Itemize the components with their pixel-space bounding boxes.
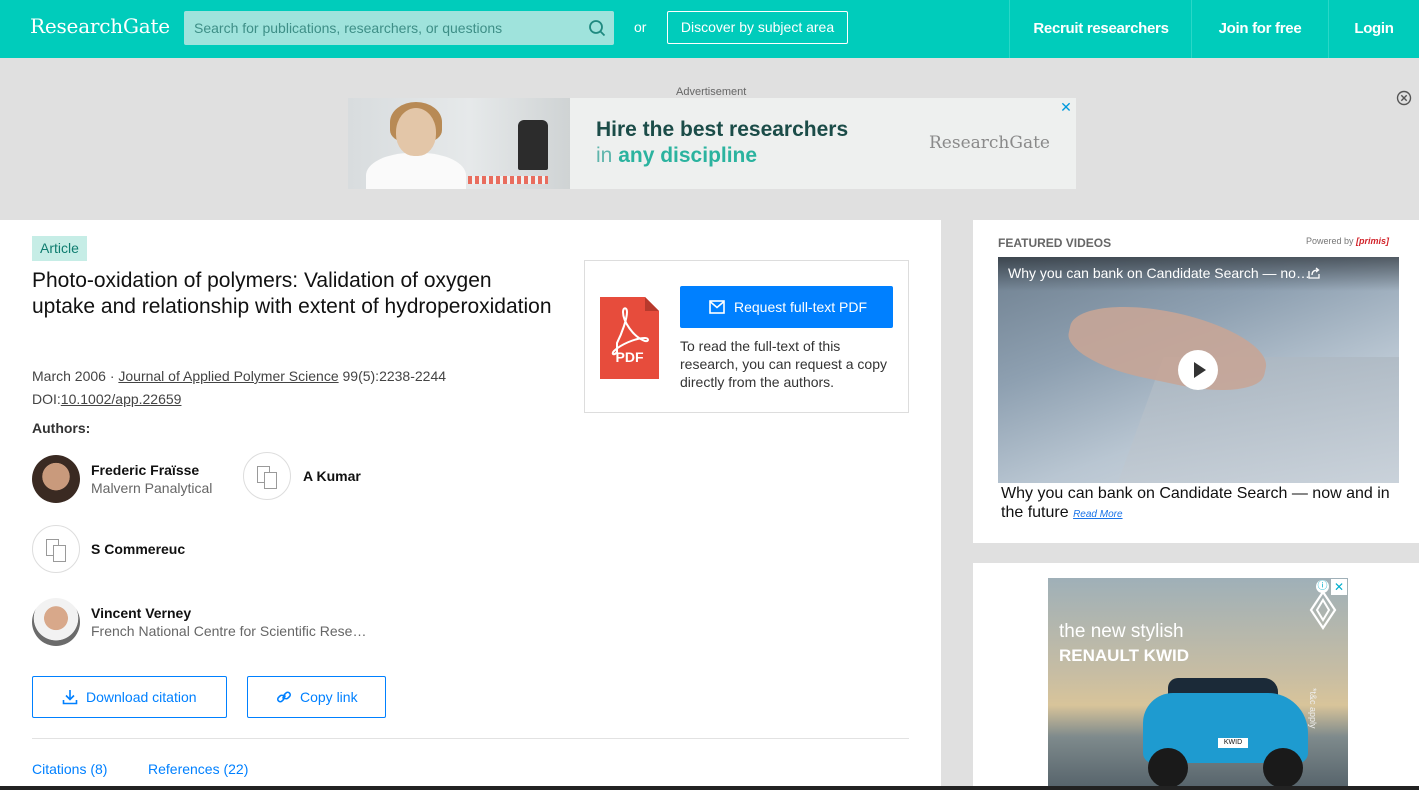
- pdf-file-icon: PDF: [600, 297, 659, 379]
- author-name[interactable]: S Commereuc: [91, 541, 185, 557]
- recruit-researchers-link[interactable]: Recruit researchers: [1009, 0, 1192, 58]
- author-avatar-placeholder[interactable]: [32, 525, 80, 573]
- doi-line: DOI:10.1002/app.22659: [32, 391, 181, 407]
- journal-issue: 99(5):2238-2244: [338, 368, 447, 384]
- close-ad-icon[interactable]: [1396, 90, 1412, 106]
- article-title: Photo-oxidation of polymers: Validation …: [32, 269, 552, 318]
- ad-brand: ResearchGate: [929, 133, 1050, 153]
- video-caption: Why you can bank on Candidate Search — n…: [1001, 484, 1396, 524]
- video-title: Why you can bank on Candidate Search — n…: [1008, 265, 1310, 281]
- advertisement-label: Advertisement: [676, 86, 747, 98]
- author-avatar[interactable]: [32, 598, 80, 646]
- publication-date: March 2006 ·: [32, 368, 119, 384]
- ad-headline: Hire the best researchers: [596, 118, 849, 141]
- top-navigation-bar: ResearchGate Search for publications, re…: [0, 0, 1419, 58]
- car-ad-terms: *t&c apply: [1308, 688, 1318, 729]
- join-for-free-link[interactable]: Join for free: [1191, 0, 1328, 58]
- link-icon: [276, 691, 292, 703]
- featured-videos-label: FEATURED VIDEOS: [998, 236, 1112, 250]
- search-icon[interactable]: [588, 19, 606, 37]
- copy-link-button[interactable]: Copy link: [247, 676, 386, 718]
- tab-citations[interactable]: Citations (8): [32, 761, 107, 777]
- login-link[interactable]: Login: [1328, 0, 1419, 58]
- play-button-icon[interactable]: [1178, 350, 1218, 390]
- author-avatar[interactable]: [32, 455, 80, 503]
- car-ad-line2: RENAULT KWID: [1059, 646, 1189, 665]
- doi-label: DOI:: [32, 391, 61, 407]
- pdf-icon-label: PDF: [616, 349, 644, 365]
- download-citation-label: Download citation: [86, 689, 197, 705]
- publication-meta: March 2006 · Journal of Applied Polymer …: [32, 368, 446, 384]
- ad-close-icon[interactable]: ✕: [1058, 99, 1074, 115]
- or-separator: or: [634, 19, 647, 35]
- request-fulltext-description: To read the full-text of this research, …: [680, 338, 888, 390]
- hire-researchers-ad-banner[interactable]: Hire the best researchers in any discipl…: [348, 98, 1076, 189]
- author-name[interactable]: Frederic Fraïsse: [91, 462, 199, 478]
- car-ad-close-icon[interactable]: ✕: [1331, 579, 1347, 595]
- request-fulltext-pdf-button[interactable]: Request full-text PDF: [680, 286, 893, 328]
- ad-scientist-image: [348, 98, 570, 189]
- powered-by-primis[interactable]: Powered by [primis]: [1306, 236, 1389, 246]
- article-type-badge: Article: [32, 236, 87, 261]
- search-placeholder: Search for publications, researchers, or…: [194, 20, 503, 36]
- author-affiliation: Malvern Panalytical: [91, 480, 213, 496]
- renault-logo-icon: [1309, 590, 1337, 630]
- search-input[interactable]: Search for publications, researchers, or…: [184, 11, 614, 45]
- tab-references[interactable]: References (22): [148, 761, 248, 777]
- copy-link-label: Copy link: [300, 689, 358, 705]
- car-plate: KWID: [1218, 738, 1248, 748]
- journal-link[interactable]: Journal of Applied Polymer Science: [118, 368, 338, 384]
- author-affiliation: French National Centre for Scientific Re…: [91, 623, 367, 639]
- researchgate-logo[interactable]: ResearchGate: [30, 14, 170, 38]
- video-player[interactable]: Why you can bank on Candidate Search — n…: [998, 257, 1399, 483]
- share-icon[interactable]: [1308, 267, 1320, 279]
- author-avatar-placeholder[interactable]: [243, 452, 291, 500]
- car-ad-line1: the new stylish: [1059, 621, 1184, 642]
- tabs-divider: [32, 738, 909, 739]
- authors-label: Authors:: [32, 420, 91, 436]
- ad-subline: in any discipline: [596, 144, 758, 167]
- video-caption-text: Why you can bank on Candidate Search — n…: [1001, 485, 1390, 521]
- author-name[interactable]: Vincent Verney: [91, 605, 191, 621]
- ad-info-icon[interactable]: ⓘ: [1316, 580, 1329, 593]
- request-fulltext-label: Request full-text PDF: [734, 299, 868, 315]
- bottom-bar: [0, 786, 1419, 790]
- mail-icon: [709, 300, 725, 314]
- read-more-link[interactable]: Read More: [1073, 509, 1122, 520]
- download-citation-button[interactable]: Download citation: [32, 676, 227, 718]
- author-name[interactable]: A Kumar: [303, 468, 361, 484]
- renault-kwid-ad[interactable]: the new stylish RENAULT KWID *t&c apply …: [1048, 578, 1348, 790]
- doi-link[interactable]: 10.1002/app.22659: [61, 391, 182, 407]
- download-icon: [62, 690, 78, 705]
- discover-by-subject-button[interactable]: Discover by subject area: [667, 11, 848, 44]
